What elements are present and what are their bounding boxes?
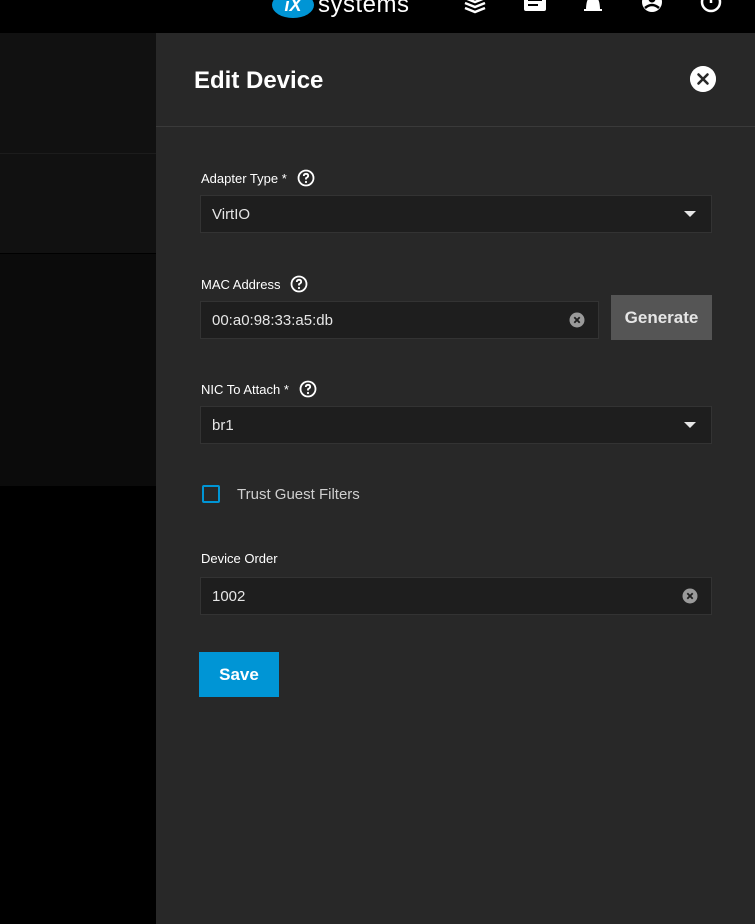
device-order-input[interactable]: 1002 [200, 577, 712, 615]
mac-address-value: 00:a0:98:33:a5:db [212, 311, 333, 329]
bell-icon[interactable] [580, 0, 606, 16]
chevron-down-icon [684, 422, 696, 428]
top-toolbar: iX systems [0, 0, 755, 33]
logo-text: systems [318, 0, 410, 18]
account-icon[interactable] [639, 0, 665, 16]
panel-title: Edit Device [194, 67, 324, 94]
close-icon[interactable] [690, 66, 716, 92]
chevron-down-icon [684, 211, 696, 217]
tasks-icon[interactable] [522, 0, 548, 16]
nic-label-text: NIC To Attach * [201, 381, 289, 397]
background-content [0, 33, 156, 253]
logo-badge: iX [272, 0, 314, 18]
help-icon[interactable] [297, 169, 315, 187]
mac-address-input[interactable]: 00:a0:98:33:a5:db [200, 301, 599, 339]
device-order-label: Device Order [201, 551, 278, 566]
power-icon[interactable] [698, 0, 724, 16]
truecommand-icon[interactable] [462, 0, 488, 16]
clear-icon[interactable] [569, 312, 585, 328]
help-icon[interactable] [299, 380, 317, 398]
background-divider [0, 153, 156, 154]
adapter-type-value: VirtIO [212, 205, 251, 223]
save-button[interactable]: Save [199, 652, 279, 697]
adapter-type-label-text: Adapter Type * [201, 170, 287, 186]
help-icon[interactable] [290, 275, 308, 293]
nic-select[interactable]: br1 [200, 406, 712, 444]
edit-device-panel: Edit Device Adapter Type * VirtIO MAC Ad… [156, 33, 755, 924]
adapter-type-select[interactable]: VirtIO [200, 195, 712, 233]
nic-label: NIC To Attach * [201, 380, 317, 398]
generate-button[interactable]: Generate [611, 295, 712, 340]
mac-address-label-text: MAC Address [201, 276, 281, 292]
background-content [0, 254, 156, 486]
panel-header: Edit Device [156, 33, 755, 127]
ixsystems-logo[interactable]: iX systems [272, 0, 410, 18]
device-order-value: 1002 [212, 587, 246, 605]
mac-address-label: MAC Address [201, 275, 308, 293]
nic-value: br1 [212, 416, 234, 434]
clear-icon[interactable] [682, 588, 698, 604]
adapter-type-label: Adapter Type * [201, 169, 315, 187]
trust-guest-filters-checkbox[interactable] [202, 485, 220, 503]
trust-guest-filters-label[interactable]: Trust Guest Filters [237, 486, 360, 503]
device-order-label-text: Device Order [201, 551, 278, 566]
